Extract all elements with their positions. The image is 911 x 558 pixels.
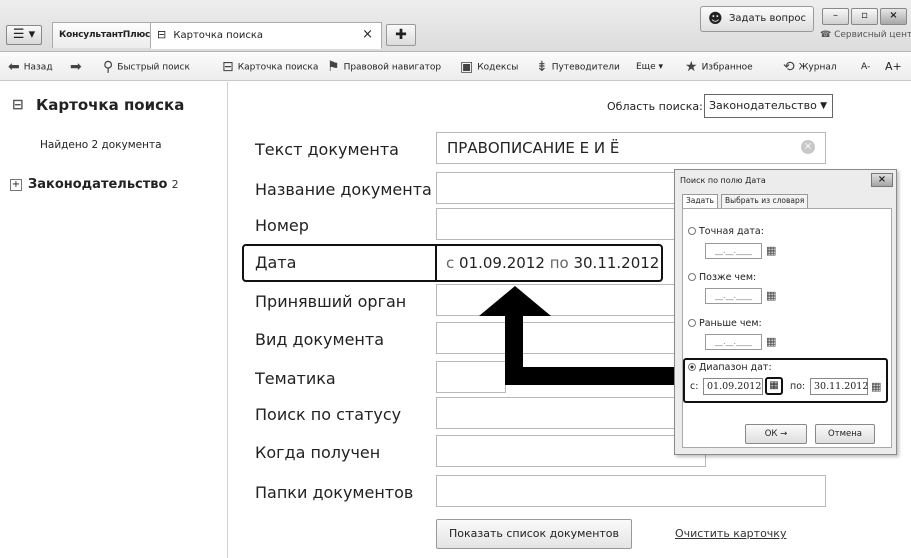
calendar-icon[interactable]: ▦: [871, 380, 881, 393]
main-menu-button[interactable]: ☰ ▾: [6, 25, 42, 45]
range-to-input[interactable]: 30.11.2012: [810, 378, 868, 395]
arrow-right-icon: ➡: [70, 59, 82, 75]
maximize-icon[interactable]: ▫: [851, 8, 878, 25]
favorites-button[interactable]: ★ Избранное: [685, 53, 753, 81]
font-decrease-button[interactable]: A-: [861, 53, 870, 81]
sidebar: ⊟ Карточка поиска Найдено 2 документа + З…: [0, 82, 228, 558]
title-bar: ☰ ▾ КонсультантПлюс ⊟ Карточка поиска × …: [0, 0, 911, 52]
tab-search-card-label: Карточка поиска: [173, 30, 264, 41]
radio-icon: [688, 227, 696, 235]
dialog-tab-set[interactable]: Задать: [682, 194, 718, 208]
doc-type-input[interactable]: [436, 322, 686, 354]
new-tab-button[interactable]: ✚: [386, 24, 416, 46]
field-label-title: Название документа: [255, 180, 432, 199]
field-label-topic: Тематика: [255, 369, 336, 388]
arrow-left-icon: ⬅: [8, 59, 20, 75]
tree-item-legislation[interactable]: + Законодательство 2: [10, 177, 179, 192]
clear-field-icon[interactable]: ×: [801, 140, 815, 154]
minimize-icon[interactable]: –: [822, 8, 849, 25]
quick-search-button[interactable]: ⚲ Быстрый поиск: [103, 53, 190, 81]
caret-down-icon: ▼: [820, 101, 827, 111]
range-from-input[interactable]: 01.09.2012: [703, 378, 763, 395]
search-card-icon: ⊟: [12, 97, 24, 113]
legal-navigator-button[interactable]: ⚑ Правовой навигатор: [327, 53, 441, 81]
codes-button[interactable]: ▣ Кодексы: [460, 53, 518, 81]
field-label-doc-type: Вид документа: [255, 330, 385, 349]
signpost-icon: ⇟: [536, 59, 548, 75]
back-button[interactable]: ⬅ Назад: [8, 53, 53, 81]
authority-input[interactable]: [436, 284, 686, 316]
search-card-icon: ⊟: [222, 59, 234, 75]
show-documents-button[interactable]: Показать список документов: [436, 519, 632, 549]
journal-button[interactable]: ⟲ Журнал: [783, 53, 837, 81]
window-controls: – ▫ ×: [822, 8, 907, 25]
search-area-label: Область поиска:: [607, 100, 703, 113]
radio-exact-date[interactable]: Точная дата:: [688, 226, 764, 237]
range-to-label: по:: [790, 381, 806, 392]
radio-later-than[interactable]: Позже чем:: [688, 272, 756, 283]
tab-search-card[interactable]: ⊟ Карточка поиска ×: [150, 22, 382, 49]
folders-input[interactable]: [436, 475, 826, 507]
field-label-status: Поиск по статусу: [255, 405, 402, 424]
field-label-number: Номер: [255, 216, 309, 235]
book-icon: ▣: [460, 59, 474, 75]
tab-consultant[interactable]: КонсультантПлюс: [52, 22, 152, 48]
radio-icon: [688, 273, 696, 281]
radio-earlier-than[interactable]: Раньше чем:: [688, 318, 762, 329]
flag-icon: ⚑: [327, 59, 340, 75]
ask-question-button[interactable]: ☻ Задать вопрос: [700, 6, 814, 32]
range-from-label: с:: [690, 381, 699, 392]
radio-date-range[interactable]: Диапазон дат:: [688, 362, 772, 373]
calendar-icon[interactable]: ▦: [766, 289, 776, 302]
forward-button[interactable]: ➡: [70, 53, 86, 81]
later-date-input[interactable]: __.__.____: [705, 288, 762, 304]
star-icon: ★: [685, 59, 698, 75]
text-document-input[interactable]: ПРАВОПИСАНИЕ Е И Ё ×: [436, 132, 826, 164]
radio-selected-icon: [688, 363, 696, 371]
calendar-icon[interactable]: ▦: [766, 244, 776, 257]
exact-date-input[interactable]: __.__.____: [705, 243, 762, 259]
tab-close-icon[interactable]: ×: [362, 23, 373, 47]
date-input[interactable]: с 01.09.2012 по 30.11.2012: [446, 254, 659, 272]
close-window-icon[interactable]: ×: [880, 8, 907, 25]
earlier-date-input[interactable]: __.__.____: [705, 334, 762, 350]
field-label-received: Когда получен: [255, 443, 381, 462]
dialog-tab-dictionary[interactable]: Выбрать из словаря: [721, 194, 809, 208]
font-increase-button[interactable]: A+: [885, 53, 902, 81]
person-question-icon: ☻: [708, 11, 723, 27]
more-menu[interactable]: Еще ▾: [636, 53, 663, 81]
sidebar-title: ⊟ Карточка поиска: [12, 96, 185, 114]
dialog-ok-button[interactable]: ОК →: [745, 424, 807, 444]
calendar-icon-highlighted[interactable]: ▦: [765, 377, 783, 395]
search-card-button[interactable]: ⊟ Карточка поиска: [222, 53, 318, 81]
radio-icon: [688, 319, 696, 327]
annotation-arrow-head: [479, 286, 551, 316]
calendar-icon[interactable]: ▦: [766, 335, 776, 348]
phone-icon: ☎: [820, 30, 835, 40]
clear-card-link[interactable]: Очистить карточку: [675, 527, 786, 540]
received-input[interactable]: [436, 435, 706, 467]
found-count: Найдено 2 документа: [40, 139, 162, 151]
field-label-text: Текст документа: [255, 140, 399, 159]
main-toolbar: ⬅ Назад ➡ ⚲ Быстрый поиск ⊟ Карточка поиска…: [0, 53, 911, 81]
history-icon: ⟲: [783, 59, 795, 75]
search-icon: ⚲: [103, 59, 114, 75]
field-label-authority: Принявший орган: [255, 292, 407, 311]
ask-question-label: Задать вопрос: [729, 13, 806, 24]
date-search-dialog: Поиск по полю Дата × Задать Выбрать из с…: [674, 169, 897, 455]
search-area-select[interactable]: Законодательство ▼: [704, 94, 833, 118]
dialog-close-icon[interactable]: ×: [871, 173, 893, 187]
service-center-link[interactable]: ☎ Сервисный центр: [820, 30, 911, 40]
expand-icon[interactable]: +: [10, 178, 22, 191]
topic-input[interactable]: [436, 361, 506, 393]
search-card-icon: ⊟: [157, 28, 167, 41]
date-row-divider: [435, 244, 437, 282]
annotation-arrow-horizontal: [505, 367, 688, 385]
dialog-cancel-button[interactable]: Отмена: [815, 424, 875, 444]
status-input[interactable]: [436, 397, 686, 429]
field-label-folders: Папки документов: [255, 483, 414, 502]
guides-button[interactable]: ⇟ Путеводители: [536, 53, 620, 81]
dialog-title: Поиск по полю Дата: [680, 176, 766, 185]
